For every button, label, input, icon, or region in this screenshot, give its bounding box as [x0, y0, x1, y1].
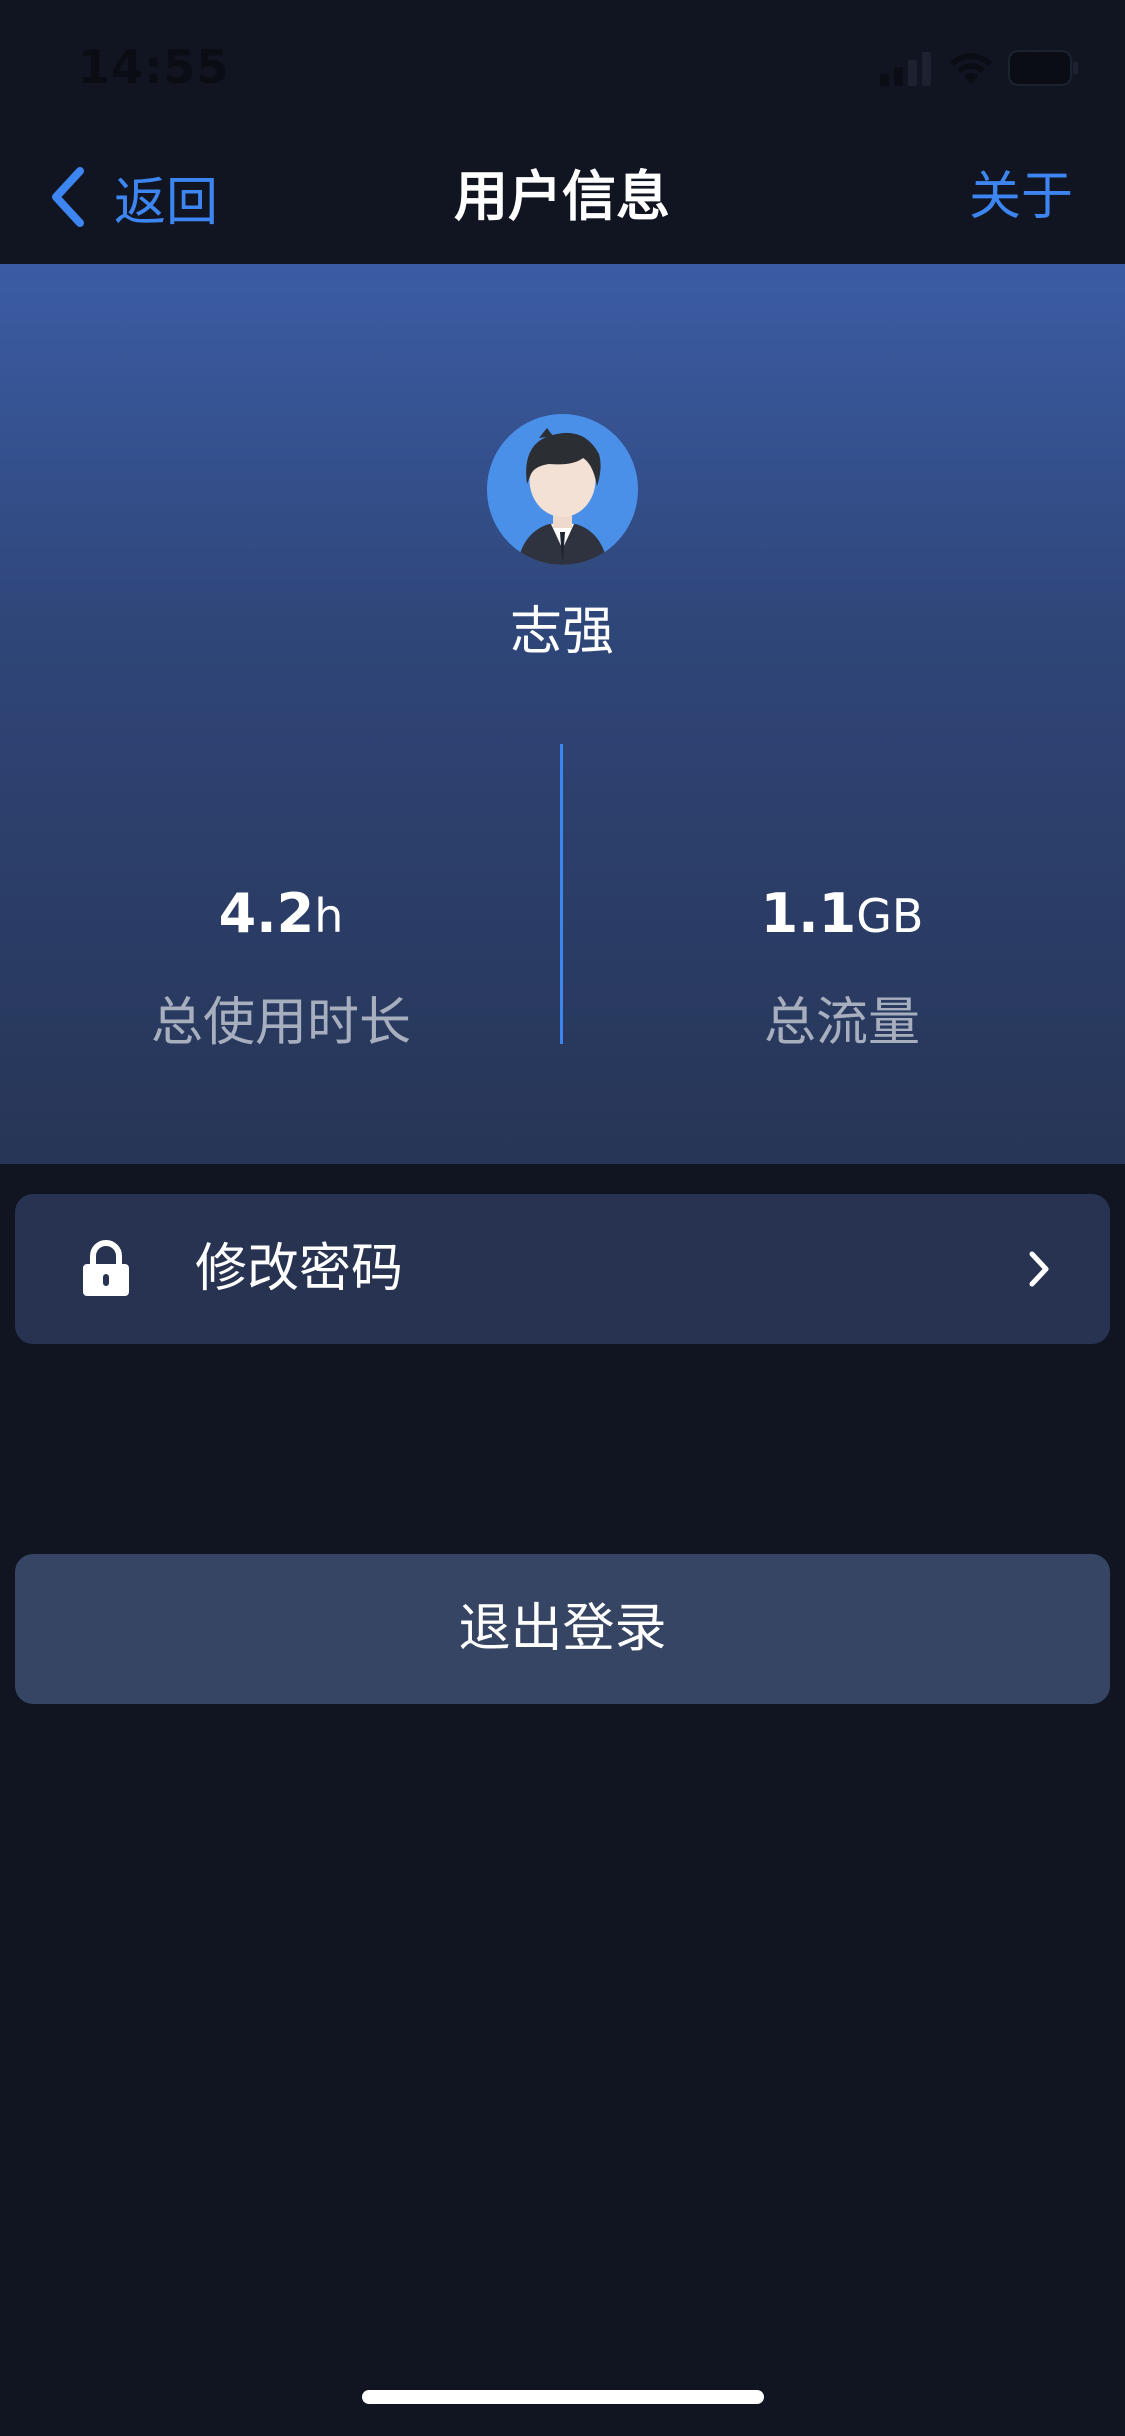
wifi-icon — [950, 53, 992, 84]
change-password-row[interactable]: 修改密码 — [15, 1194, 1110, 1344]
status-bar: 14:55 65 — [0, 0, 1125, 132]
chevron-left-icon — [52, 167, 84, 227]
about-button[interactable]: 关于 — [969, 162, 1073, 232]
signal-icon — [880, 52, 931, 86]
usage-stat: 4.2h 总使用时长 — [41, 874, 521, 1055]
usage-value: 4.2 — [218, 882, 315, 945]
traffic-value: 1.1 — [760, 882, 857, 945]
page-title: 用户信息 — [454, 165, 670, 228]
status-time: 14:55 — [78, 40, 230, 94]
battery-level: 65 — [1022, 50, 1064, 85]
usage-unit: h — [314, 889, 344, 943]
back-button[interactable]: 返回 — [50, 162, 219, 233]
nav-bar: 返回 用户信息 关于 — [0, 132, 1125, 264]
usage-label: 总使用时长 — [150, 993, 411, 1053]
usage-value-row: 4.2h — [41, 874, 521, 954]
stats-divider — [560, 744, 563, 1044]
logout-button[interactable]: 退出登录 — [15, 1554, 1110, 1704]
traffic-stat: 1.1GB 总流量 — [602, 874, 1082, 1055]
traffic-unit: GB — [856, 889, 924, 943]
user-name: 志强 — [509, 602, 614, 662]
home-indicator[interactable] — [362, 2390, 764, 2404]
traffic-value-row: 1.1GB — [602, 874, 1082, 954]
chevron-right-icon — [1029, 1251, 1049, 1287]
traffic-label: 总流量 — [763, 993, 920, 1053]
user-info-screen: 14:55 65 返回 用户信息 关于 志强 4.2h 总使用时长 1.1GB … — [0, 0, 1125, 2436]
change-password-label: 修改密码 — [195, 1239, 404, 1299]
back-label: 返回 — [114, 172, 219, 233]
avatar[interactable] — [487, 414, 638, 565]
user-avatar-icon — [487, 414, 638, 565]
lock-icon — [83, 1240, 129, 1296]
profile-header: 志强 4.2h 总使用时长 1.1GB 总流量 — [0, 264, 1125, 1164]
